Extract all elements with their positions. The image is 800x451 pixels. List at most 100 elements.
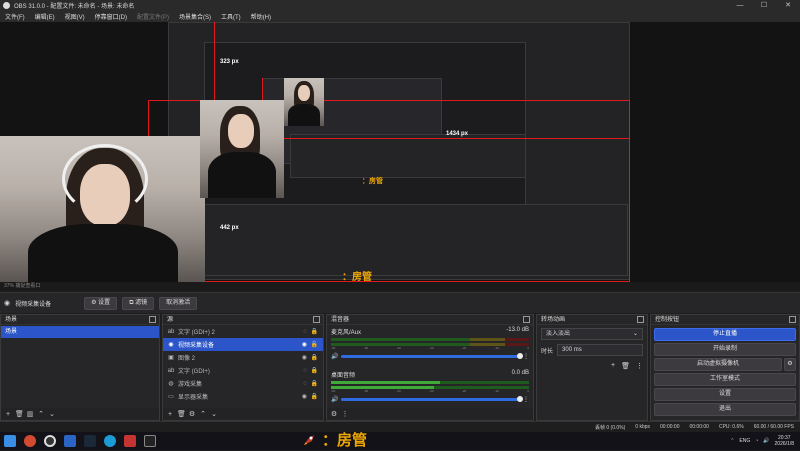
menu-edit[interactable]: 编辑(E) [30, 12, 60, 21]
gear-icon[interactable]: ⚙ [188, 410, 196, 418]
unlock-icon[interactable]: 🔓 [311, 341, 318, 348]
eye-icon[interactable]: ◉ [302, 354, 307, 361]
trash-icon[interactable]: 🗑 [15, 410, 24, 418]
status-bar: 丢帧 0 (0.0%) 0 kbps 00:00:00 00:00:00 CPU… [0, 421, 800, 432]
speaker-icon[interactable]: 🔊 [331, 353, 338, 360]
source-item[interactable]: ◉ 视频采集设备 ◉ 🔓 [163, 338, 323, 351]
language-indicator[interactable]: ENG [739, 438, 750, 444]
level-meter [331, 381, 529, 384]
menu-tools[interactable]: 工具(T) [216, 12, 246, 21]
eye-hidden-icon[interactable]: ◌ [303, 329, 307, 335]
maximize-icon[interactable]: ☐ [752, 0, 776, 11]
eye-icon[interactable]: ◉ [302, 393, 307, 400]
clock[interactable]: 20:37 2026/1/8 [775, 435, 794, 447]
more-icon[interactable]: ⋮ [523, 396, 529, 403]
filters-button[interactable]: ⧉ 滤镜 [122, 296, 155, 310]
lock-icon[interactable]: 🔒 [311, 380, 318, 387]
source-item[interactable]: ab 文字 (GDI+) 2 ◌ 🔒 [163, 325, 323, 338]
undock-icon[interactable] [313, 316, 320, 323]
lock-icon[interactable]: 🔒 [311, 328, 318, 335]
obs-icon[interactable] [44, 435, 56, 447]
eye-hidden-icon[interactable]: ◌ [303, 368, 307, 374]
eye-hidden-icon[interactable]: ◌ [303, 381, 307, 387]
studio-mode-button[interactable]: 工作室模式 [654, 373, 796, 386]
speaker-icon[interactable]: 🔊 [763, 438, 769, 444]
filter-icon[interactable]: ▥ [26, 410, 34, 418]
exit-button[interactable]: 退出 [654, 403, 796, 416]
trash-icon[interactable]: 🗑 [621, 362, 630, 370]
undock-icon[interactable] [149, 316, 156, 323]
start-virtual-camera-button[interactable]: 启动虚拟摄像机 [654, 358, 782, 371]
stop-streaming-button[interactable]: 停止直播 [654, 328, 796, 341]
menu-file[interactable]: 文件(F) [0, 12, 30, 21]
live-time: 00:00:00 [660, 424, 680, 430]
start-recording-button[interactable]: 开始录制 [654, 343, 796, 356]
mixer-dock: 混音器 麦克风/Aux -13.0 dB -60 -50 -40 -30 -20 -10 0 … [326, 314, 534, 421]
close-icon[interactable]: ✕ [776, 0, 800, 11]
more-icon[interactable]: ⋮ [636, 362, 643, 370]
chevron-down-icon: ⌄ [632, 331, 638, 337]
guide-line [214, 22, 215, 100]
volume-slider[interactable] [341, 353, 523, 359]
gear-icon[interactable]: ⚙ [330, 410, 338, 418]
add-icon[interactable]: + [611, 362, 615, 370]
camera-icon: ◉ [168, 342, 174, 348]
more-icon[interactable]: ⋮ [341, 410, 349, 418]
menu-help[interactable]: 帮助(H) [246, 12, 276, 21]
source-item[interactable]: ab 文字 (GDI+) ◌ 🔒 [163, 364, 323, 377]
meter-ticks: -60 -50 -40 -30 -20 -10 0 [331, 346, 529, 350]
lock-icon[interactable]: 🔒 [311, 393, 318, 400]
minimize-icon[interactable]: — [728, 0, 752, 11]
add-icon[interactable]: + [166, 411, 174, 418]
source-item[interactable]: ◍ 游戏采集 ◌ 🔒 [163, 377, 323, 390]
mixer-title: 混音器 [331, 317, 350, 323]
app-icon[interactable] [144, 435, 156, 447]
menu-profile[interactable]: 配置文件(P) [132, 12, 174, 21]
wifi-icon[interactable]: ◔ [755, 438, 758, 444]
steam-icon[interactable] [84, 435, 96, 447]
move-down-icon[interactable]: ⌄ [210, 410, 218, 418]
source-item[interactable]: ▭ 显示器采集 ◉ 🔒 [163, 390, 323, 403]
move-up-icon[interactable]: ⌃ [199, 410, 207, 418]
volume-slider[interactable] [341, 396, 523, 402]
settings-button[interactable]: 设置 [654, 388, 796, 401]
menu-view[interactable]: 视图(V) [60, 12, 90, 21]
source-item[interactable]: ▣ 图像 2 ◉ 🔒 [163, 351, 323, 364]
edge-icon[interactable] [104, 435, 116, 447]
undock-icon[interactable] [637, 316, 644, 323]
scene-item[interactable]: 场景 [1, 326, 159, 338]
game-icon: ◍ [168, 381, 174, 387]
move-up-icon[interactable]: ⌃ [37, 410, 45, 418]
transition-select[interactable]: 淡入淡出 ⌄ [541, 328, 643, 340]
trash-icon[interactable]: 🗑 [177, 410, 186, 418]
app-icon[interactable] [64, 435, 76, 447]
undock-icon[interactable] [523, 316, 530, 323]
add-icon[interactable]: + [4, 411, 12, 418]
chevron-up-icon[interactable]: ⌃ [730, 438, 734, 444]
preview-canvas[interactable]: 323 px 1434 px 442 px ：房管 ：房管 [0, 22, 800, 282]
menu-bar: 文件(F) 编辑(E) 视图(V) 停靠窗口(D) 配置文件(P) 场景集合(S… [0, 11, 800, 22]
duration-input[interactable]: 300 ms [557, 344, 643, 356]
menu-docks[interactable]: 停靠窗口(D) [90, 12, 132, 21]
room-label-nested-2: ：房管 [362, 178, 383, 185]
menu-scene-collection[interactable]: 场景集合(S) [174, 12, 216, 21]
app-icon[interactable] [124, 435, 136, 447]
more-icon[interactable]: ⋮ [523, 353, 529, 360]
app-icon[interactable] [24, 435, 36, 447]
speaker-icon[interactable]: 🔊 [331, 396, 338, 403]
webcam-video-nested-2 [284, 78, 324, 126]
gear-icon[interactable]: ⚙ [784, 358, 796, 371]
system-tray: ⌃ ENG ◔ 🔊 20:37 2026/1/8 [730, 432, 794, 450]
text-icon: ab [167, 367, 175, 374]
lock-icon[interactable]: 🔒 [311, 354, 318, 361]
move-down-icon[interactable]: ⌄ [48, 410, 56, 418]
settings-button[interactable]: ⚙ 设置 [84, 296, 118, 310]
deactivate-button[interactable]: 取消激活 [159, 296, 198, 310]
undock-icon[interactable] [789, 316, 796, 323]
lock-icon[interactable]: 🔒 [311, 367, 318, 374]
level-meter [331, 338, 529, 341]
eye-icon[interactable]: ◉ [302, 341, 307, 348]
duration-label: 时长 [541, 348, 554, 355]
room-label-banner: ：房管 [302, 429, 367, 450]
windows-start-icon[interactable] [4, 435, 16, 447]
